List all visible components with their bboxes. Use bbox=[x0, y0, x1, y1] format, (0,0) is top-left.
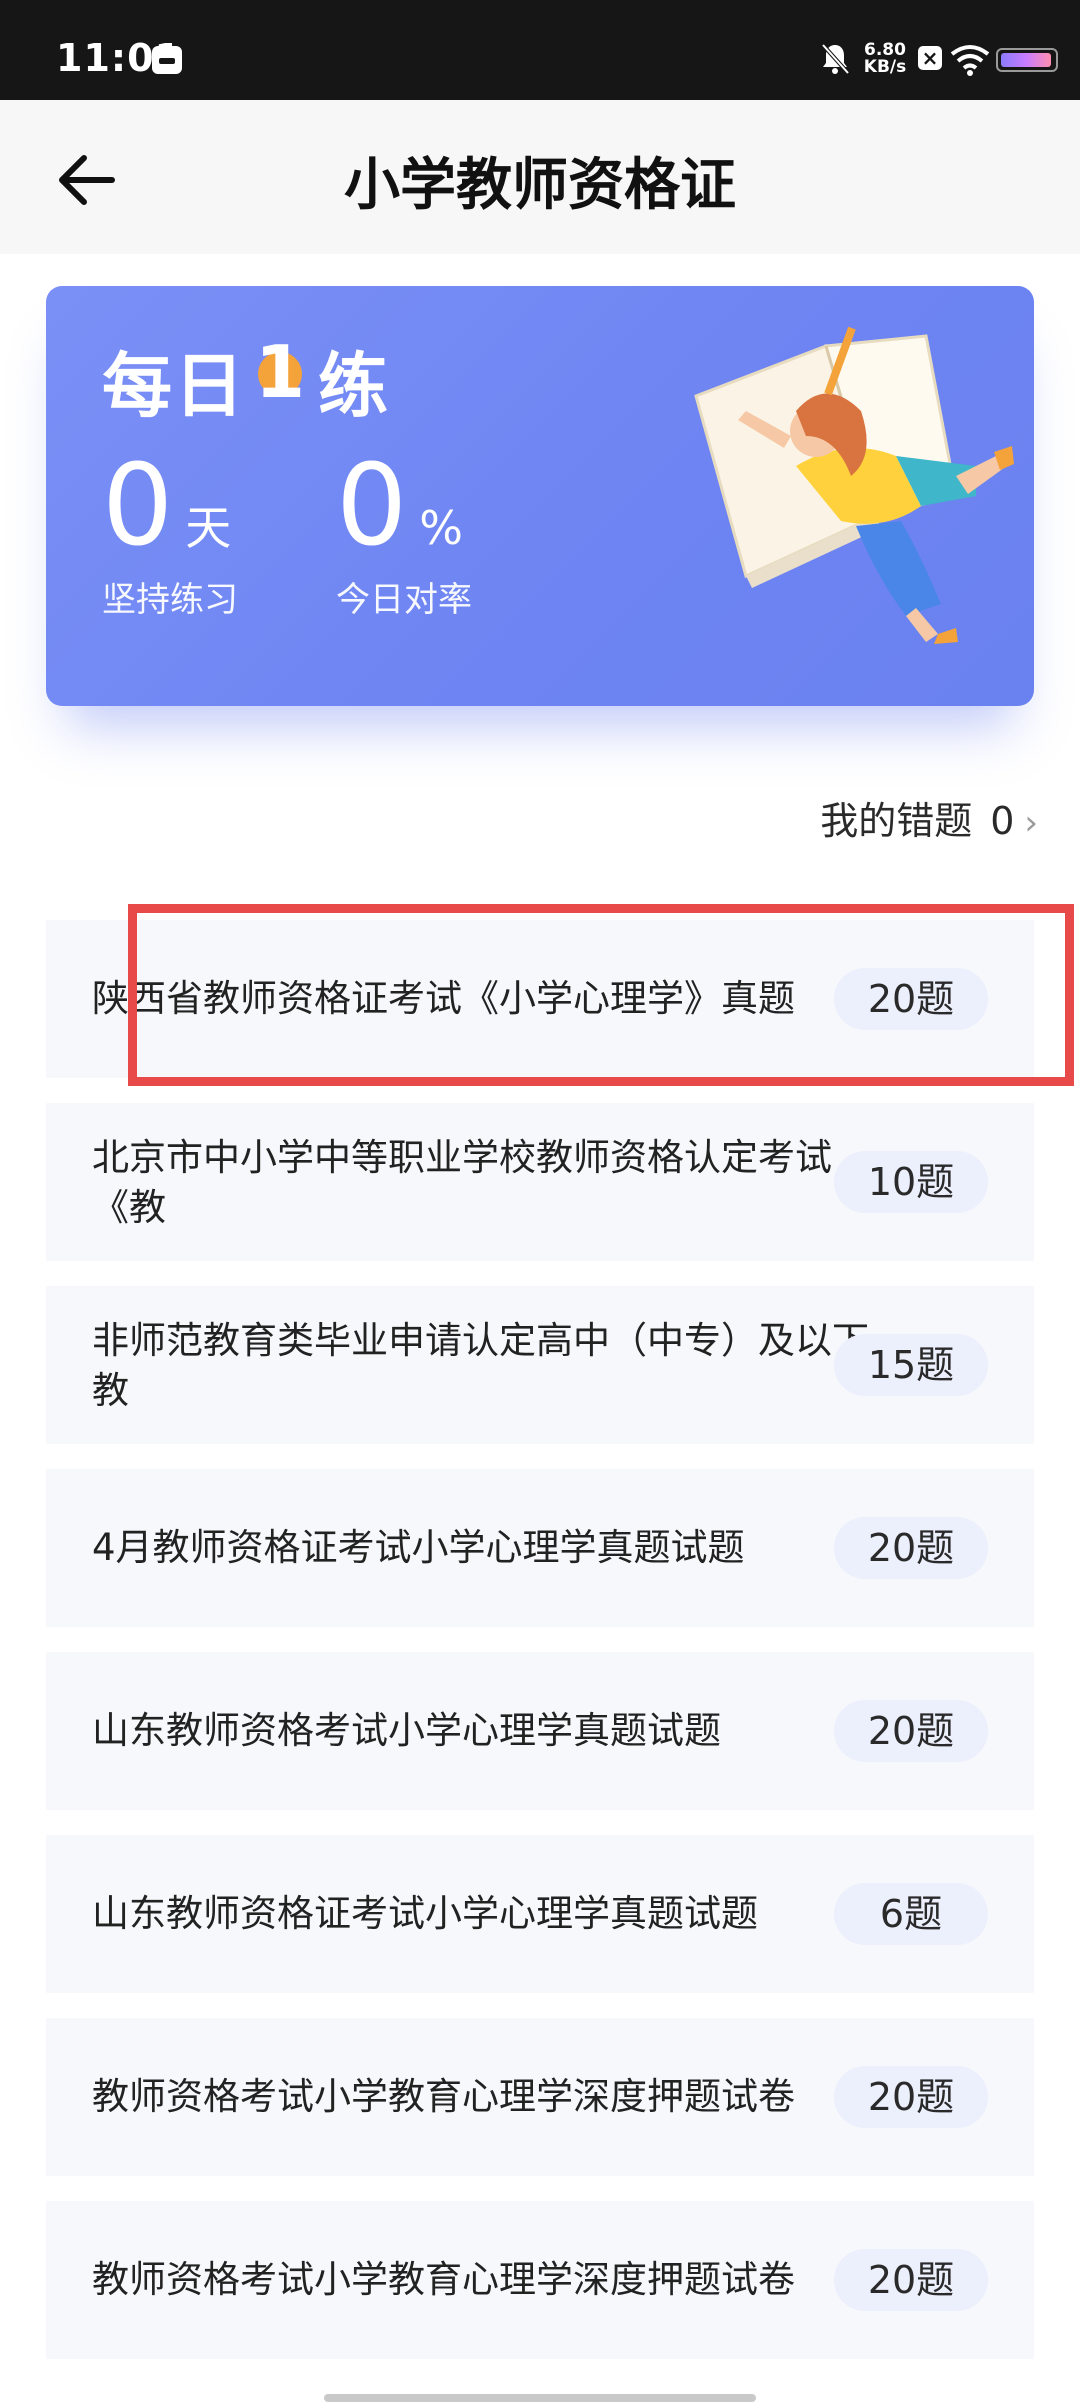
my-mistakes-label: 我的错题 bbox=[820, 799, 973, 843]
list-item[interactable]: 教师资格考试小学教育心理学深度押题试卷 20题 bbox=[46, 2201, 1034, 2359]
app-header: 小学教师资格证 bbox=[0, 100, 1080, 254]
question-count-badge: 10题 bbox=[834, 1151, 988, 1213]
stat-streak-unit: 天 bbox=[185, 501, 232, 555]
chevron-right-icon: › bbox=[1024, 803, 1038, 843]
question-count-badge: 15题 bbox=[834, 1334, 988, 1396]
my-mistakes-link[interactable]: 我的错题 0 › bbox=[820, 790, 1038, 845]
list-item[interactable]: 山东教师资格考试小学心理学真题试题 20题 bbox=[46, 1652, 1034, 1810]
stat-accuracy-value: 0 bbox=[336, 441, 408, 571]
question-count-badge: 20题 bbox=[834, 1517, 988, 1579]
stat-streak-label: 坚持练习 bbox=[102, 580, 238, 620]
battery-level bbox=[1001, 53, 1051, 67]
daily-practice-banner[interactable]: 每日 1 练 0天 坚持练习 0% 今日对率 bbox=[46, 286, 1034, 706]
list-item[interactable]: 山东教师资格证考试小学心理学真题试题 6题 bbox=[46, 1835, 1034, 1993]
banner-number-badge: 1 bbox=[254, 330, 308, 414]
question-count-badge: 20题 bbox=[834, 2249, 988, 2311]
home-indicator[interactable] bbox=[324, 2394, 756, 2402]
list-item[interactable]: 北京市中小学中等职业学校教师资格认定考试《教 育心理学》试卷 10题 bbox=[46, 1103, 1034, 1261]
stat-accuracy: 0% 今日对率 bbox=[336, 446, 472, 621]
list-item-title: 山东教师资格证考试小学心理学真题试题 bbox=[92, 1892, 758, 1935]
stat-accuracy-label: 今日对率 bbox=[336, 580, 472, 620]
question-count-badge: 20题 bbox=[834, 2066, 988, 2128]
list-item-title: 教师资格考试小学教育心理学深度押题试卷 bbox=[92, 2075, 795, 2118]
net-speed: 6.80 KB/s bbox=[860, 42, 910, 76]
question-count-badge: 20题 bbox=[834, 968, 988, 1030]
banner-number: 1 bbox=[254, 330, 308, 414]
question-count-badge: 20题 bbox=[834, 1700, 988, 1762]
list-item-title: 陕西省教师资格证考试《小学心理学》真题 bbox=[92, 977, 795, 1020]
banner-title-suffix: 练 bbox=[318, 345, 390, 427]
page-title: 小学教师资格证 bbox=[344, 153, 736, 218]
my-mistakes-count: 0 bbox=[990, 799, 1015, 843]
reading-girl-illustration bbox=[694, 326, 1014, 644]
list-item-title: 山东教师资格考试小学心理学真题试题 bbox=[92, 1709, 721, 1752]
list-item-title: 4月教师资格证考试小学心理学真题试题 bbox=[92, 1526, 745, 1569]
wifi-icon bbox=[950, 45, 990, 76]
stat-streak-value: 0 bbox=[102, 441, 174, 571]
list-item[interactable]: 陕西省教师资格证考试《小学心理学》真题 20题 bbox=[46, 920, 1034, 1078]
calendar-icon bbox=[152, 46, 182, 74]
close-box-icon: × bbox=[918, 46, 942, 70]
list-item-title: 教师资格考试小学教育心理学深度押题试卷 bbox=[92, 2258, 795, 2301]
battery-icon bbox=[996, 48, 1058, 72]
stat-streak: 0天 坚持练习 bbox=[102, 446, 238, 621]
stat-accuracy-unit: % bbox=[419, 501, 463, 555]
list-item-title: 非师范教育类毕业申请认定高中（中专）及以下教 师资格考试试卷教育心理学（小学）试… bbox=[92, 1319, 869, 1412]
mute-bell-icon bbox=[821, 43, 850, 75]
question-count-badge: 6题 bbox=[834, 1883, 988, 1945]
list-item[interactable]: 非师范教育类毕业申请认定高中（中专）及以下教 师资格考试试卷教育心理学（小学）试… bbox=[46, 1286, 1034, 1444]
banner-title: 每日 1 练 bbox=[102, 330, 390, 431]
status-bar: 11:01 6.80 KB/s × bbox=[0, 0, 1080, 100]
list-item[interactable]: 4月教师资格证考试小学心理学真题试题 20题 bbox=[46, 1469, 1034, 1627]
list-item[interactable]: 教师资格考试小学教育心理学深度押题试卷 20题 bbox=[46, 2018, 1034, 2176]
banner-title-prefix: 每日 bbox=[102, 345, 246, 427]
list-item-title: 北京市中小学中等职业学校教师资格认定考试《教 育心理学》试卷 bbox=[92, 1136, 832, 1229]
net-speed-unit: KB/s bbox=[863, 57, 907, 77]
